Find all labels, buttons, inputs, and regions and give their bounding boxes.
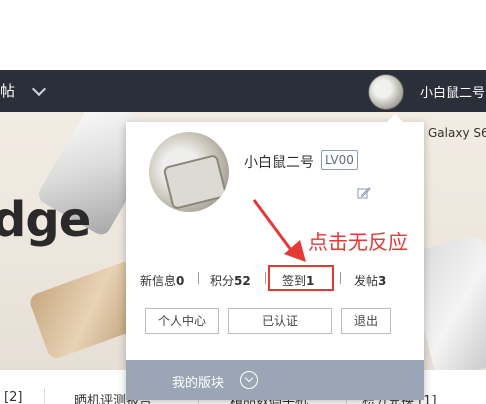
stat-separator bbox=[265, 272, 266, 284]
brand-text: dge bbox=[0, 192, 91, 248]
stat-messages[interactable]: 新信息0 bbox=[140, 272, 184, 289]
tab-divider bbox=[44, 388, 45, 404]
logout-button[interactable]: 退出 bbox=[341, 308, 391, 334]
stat-separator bbox=[198, 272, 199, 284]
stat-label: 新信息 bbox=[140, 274, 177, 288]
top-navigation-bar: 帖 小白鼠二号 bbox=[0, 70, 486, 112]
avatar[interactable] bbox=[368, 74, 404, 110]
chevron-down-icon[interactable] bbox=[31, 81, 47, 97]
tab-item[interactable]: [2] bbox=[4, 390, 22, 404]
top-username[interactable]: 小白鼠二号 bbox=[420, 82, 485, 101]
stat-label: 发帖 bbox=[354, 274, 379, 288]
personal-center-button[interactable]: 个人中心 bbox=[145, 308, 219, 334]
profile-avatar[interactable] bbox=[149, 132, 229, 212]
chevron-down-icon[interactable] bbox=[240, 371, 258, 389]
verified-button[interactable]: 已认证 bbox=[228, 308, 332, 334]
stat-separator bbox=[340, 272, 341, 284]
annotation-text: 点击无反应 bbox=[308, 230, 408, 254]
product-name: Galaxy S6 bbox=[428, 126, 486, 140]
stat-value: 52 bbox=[234, 274, 251, 288]
stat-label: 积分 bbox=[210, 274, 235, 288]
avatar-picture bbox=[162, 153, 228, 211]
stat-points[interactable]: 积分52 bbox=[210, 272, 251, 289]
stat-posts[interactable]: 发帖3 bbox=[354, 272, 386, 289]
annotation-highlight-box bbox=[268, 265, 334, 291]
my-sections-bar[interactable]: 我的版块 bbox=[126, 360, 424, 400]
dropdown-pointer bbox=[387, 114, 403, 122]
nav-item-post[interactable]: 帖 bbox=[0, 80, 15, 101]
stat-value: 0 bbox=[176, 274, 185, 288]
profile-username: 小白鼠二号 bbox=[244, 155, 314, 171]
stat-value: 3 bbox=[378, 274, 387, 288]
edit-icon[interactable] bbox=[357, 186, 371, 200]
my-sections-label: 我的版块 bbox=[172, 376, 225, 391]
level-badge: LV00 bbox=[321, 150, 358, 170]
